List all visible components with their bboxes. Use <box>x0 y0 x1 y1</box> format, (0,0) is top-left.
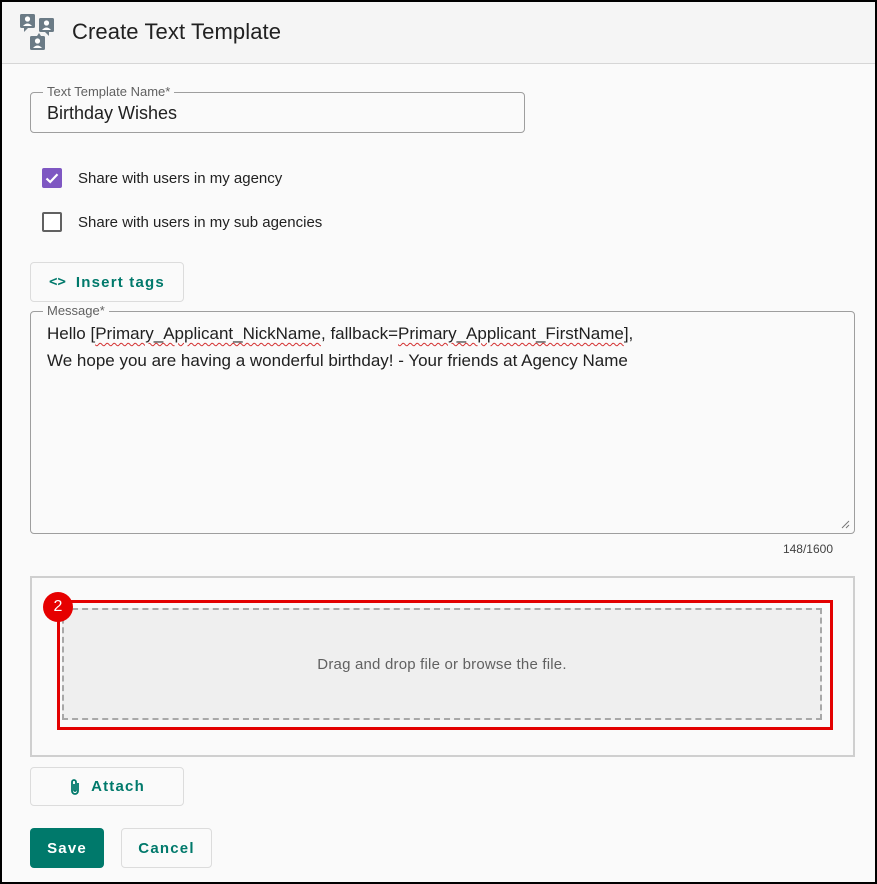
message-line1-suffix: ], <box>623 324 634 343</box>
message-line1-prefix: Hello [ <box>47 324 96 343</box>
character-counter: 148/1600 <box>782 542 833 556</box>
message-line2: We hope you are having a wonderful birth… <box>47 351 628 370</box>
attach-button[interactable]: Attach <box>30 767 184 806</box>
paperclip-icon <box>71 778 79 795</box>
share-sub-agencies-checkbox[interactable] <box>42 212 62 232</box>
template-name-label: Text Template Name* <box>43 85 175 99</box>
share-sub-agencies-row[interactable]: Share with users in my sub agencies <box>42 212 322 232</box>
message-line1-mid: , fallback= <box>321 324 399 343</box>
code-icon: <> <box>49 274 66 290</box>
message-tag-firstname: Primary_Applicant_FirstName <box>398 324 624 343</box>
message-tag-nickname: Primary_Applicant_NickName <box>95 324 321 343</box>
share-sub-agencies-label: Share with users in my sub agencies <box>78 213 323 231</box>
share-agency-label: Share with users in my agency <box>78 169 283 187</box>
step-badge: 2 <box>43 592 73 622</box>
message-label: Message* <box>43 304 109 318</box>
save-button[interactable]: Save <box>30 828 104 868</box>
insert-tags-label: Insert tags <box>75 273 165 291</box>
dialog-header: Create Text Template <box>2 2 875 64</box>
attach-label: Attach <box>91 778 145 795</box>
message-textarea[interactable]: Hello [Primary_Applicant_NickName, fallb… <box>47 320 633 374</box>
template-name-field[interactable]: Text Template Name* Birthday Wishes <box>30 85 525 133</box>
insert-tags-button[interactable]: <> Insert tags <box>30 262 184 302</box>
share-agency-checkbox[interactable] <box>42 168 62 188</box>
highlight-box <box>57 600 833 730</box>
message-field[interactable]: Message* Hello [Primary_Applicant_NickNa… <box>30 304 855 534</box>
resize-grip-icon[interactable] <box>840 519 850 529</box>
template-name-input[interactable]: Birthday Wishes <box>47 103 177 124</box>
dialog-frame: Create Text Template Text Template Name*… <box>0 0 877 884</box>
share-agency-row[interactable]: Share with users in my agency <box>42 168 282 188</box>
cancel-button[interactable]: Cancel <box>121 828 212 868</box>
check-icon <box>45 173 59 184</box>
page-title: Create Text Template <box>72 19 282 44</box>
contacts-chat-icon <box>18 14 58 54</box>
